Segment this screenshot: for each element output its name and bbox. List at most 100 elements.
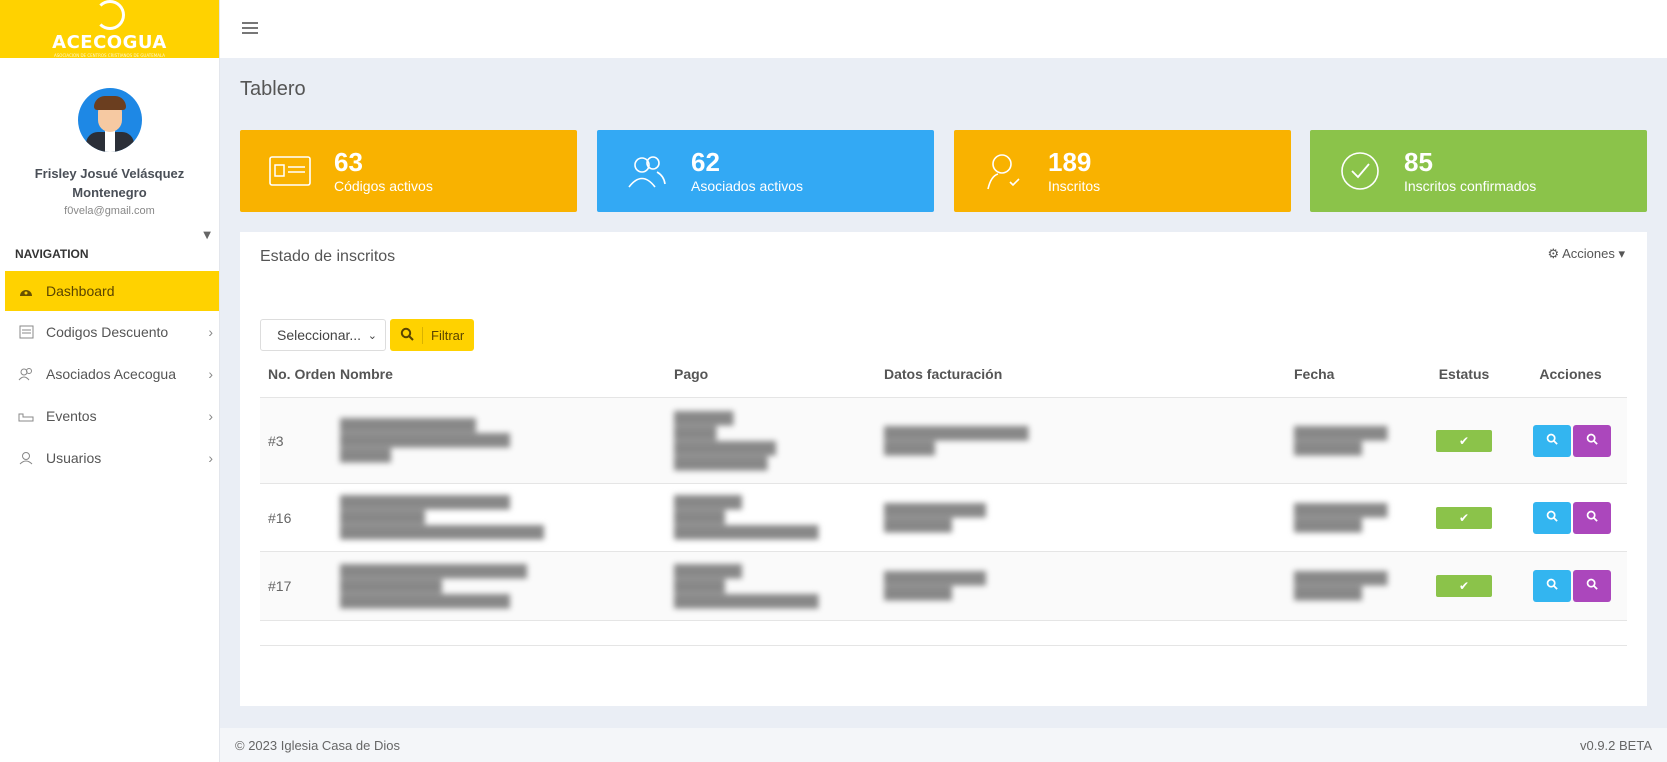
- page-title: Tablero: [240, 78, 306, 100]
- stat-label: Asociados activos: [691, 178, 804, 194]
- stat-label: Inscritos: [1048, 178, 1101, 194]
- detail-button[interactable]: [1572, 424, 1611, 457]
- copyright: © 2023 Iglesia Casa de Dios: [235, 738, 400, 753]
- dashboard-icon: [18, 284, 34, 298]
- avatar: [77, 88, 142, 152]
- actions-dropdown[interactable]: ⚙ Acciones ▾: [1548, 246, 1625, 262]
- stat-value: 63: [334, 147, 363, 177]
- inscritos-panel: Estado de inscritos ⚙ Acciones ▾ Selecci…: [240, 232, 1647, 706]
- row-fecha: ███████████ ████████: [1294, 571, 1388, 600]
- filter-button[interactable]: Filtrar: [390, 319, 475, 351]
- col-header: Nombre: [340, 365, 393, 382]
- chevron-right-icon: ›: [208, 408, 213, 424]
- stat-value: 189: [1048, 147, 1092, 177]
- sidebar-item-codigos[interactable]: Codigos Descuento ›: [0, 311, 219, 353]
- sidebar-item-eventos[interactable]: Eventos ›: [0, 395, 219, 437]
- chevron-right-icon: ›: [208, 366, 213, 382]
- view-button[interactable]: [1532, 424, 1571, 457]
- brand-name: ACECOGUA: [52, 32, 167, 53]
- sidebar-item-label: Asociados Acecogua: [46, 366, 176, 382]
- footer: © 2023 Iglesia Casa de Dios v0.9.2 BETA: [220, 728, 1667, 762]
- sidebar-item-label: Eventos: [46, 408, 97, 424]
- menu-toggle-icon[interactable]: [242, 22, 258, 38]
- stat-value: 62: [691, 147, 720, 177]
- detail-button[interactable]: [1572, 501, 1611, 534]
- group-icon: [623, 151, 671, 191]
- sidebar-item-usuarios[interactable]: Usuarios ›: [0, 437, 219, 479]
- chevron-down-icon: ⌄: [367, 329, 377, 342]
- stat-label: Códigos activos: [334, 178, 433, 194]
- confirm-button[interactable]: ✔: [1436, 429, 1492, 452]
- confirm-button[interactable]: ✔: [1436, 506, 1492, 529]
- stat-value: 85: [1404, 147, 1433, 177]
- chevron-right-icon: ›: [208, 324, 213, 340]
- status-select[interactable]: Seleccionar... ⌄: [260, 319, 386, 351]
- row-datos: █████████████████ ██████: [884, 425, 1029, 455]
- row-pago: ███████ █████ ████████████ ███████████: [674, 410, 777, 470]
- row-fecha: ███████████ ████████: [1294, 425, 1388, 455]
- check-circle-icon: [1336, 151, 1384, 191]
- sidebar-item-dashboard[interactable]: Dashboard: [5, 271, 219, 311]
- topbar: [220, 0, 1667, 58]
- confirm-button[interactable]: ✔: [1436, 575, 1492, 597]
- sidebar-item-label: Codigos Descuento: [46, 324, 169, 340]
- sidebar: ACECOGUA ASOCIACION DE CENTROS CRISTIANO…: [0, 0, 220, 762]
- brand-logo[interactable]: ACECOGUA ASOCIACION DE CENTROS CRISTIANO…: [0, 0, 219, 58]
- person-check-icon: [980, 151, 1028, 191]
- row-name: ████████████████████████████████████████…: [340, 418, 511, 462]
- row-fecha: ███████████ ████████: [1294, 502, 1388, 532]
- gear-icon: ⚙: [1547, 246, 1560, 261]
- table-row: #16 ████████████████████ ██████████ ██████…: [260, 484, 1627, 552]
- stat-card-inscritos: 189 Inscritos: [954, 130, 1291, 212]
- calendar-icon: [18, 409, 34, 423]
- coupon-icon: [18, 325, 34, 339]
- row-pago: ████████ ██████ █████████████████: [674, 495, 819, 539]
- main-content: Tablero 63 Códigos activos 62 Asociados …: [220, 58, 1667, 724]
- table-header: No. Orden Nombre Pago Datos facturación …: [260, 350, 1627, 398]
- stat-card-confirmados: 85 Inscritos confirmados: [1310, 130, 1647, 212]
- row-datos: ████████████ ████████: [884, 502, 987, 532]
- col-header: No. Orden: [268, 365, 336, 382]
- search-icon: [400, 326, 423, 344]
- caret-down-icon[interactable]: ▼: [203, 230, 211, 241]
- sidebar-item-label: Usuarios: [46, 450, 102, 466]
- inscritos-table: No. Orden Nombre Pago Datos facturación …: [260, 350, 1627, 646]
- select-value: Seleccionar...: [277, 327, 362, 343]
- filter-label: Filtrar: [431, 327, 465, 343]
- actions-label: Acciones: [1562, 246, 1615, 261]
- sidebar-item-label: Dashboard: [46, 283, 115, 299]
- col-header: Datos facturación: [884, 365, 1003, 382]
- row-datos: ████████████ ████████: [884, 571, 987, 600]
- users-icon: [18, 367, 34, 381]
- version: v0.9.2 BETA: [1579, 738, 1652, 753]
- order-number: #16: [268, 509, 292, 526]
- nav-title: NAVIGATION: [15, 247, 89, 261]
- caret-down-icon: ▾: [1618, 246, 1625, 261]
- detail-button[interactable]: [1572, 570, 1611, 602]
- col-header: Estatus: [1438, 365, 1490, 382]
- stat-label: Inscritos confirmados: [1404, 178, 1537, 194]
- user-icon: [18, 451, 34, 465]
- sidebar-item-asociados[interactable]: Asociados Acecogua ›: [0, 353, 219, 395]
- logo-icon: [94, 0, 125, 30]
- table-row: #3 ████████████████ ████████████████████ █…: [260, 398, 1627, 484]
- stat-card-asociados: 62 Asociados activos: [597, 130, 934, 212]
- chevron-right-icon: ›: [208, 450, 213, 466]
- order-number: #3: [268, 432, 284, 449]
- row-pago: ████████ ██████ █████████████████: [674, 563, 819, 608]
- card-icon: [266, 151, 314, 191]
- profile-email: f0vela@gmail.com: [64, 205, 155, 217]
- profile-name: Frisley Josué Velásquez Montenegro: [34, 166, 185, 200]
- filter-row: Seleccionar... ⌄ Filtrar: [260, 319, 475, 351]
- row-name: ████████████████████████████████████████…: [340, 563, 528, 608]
- view-button[interactable]: [1532, 501, 1571, 534]
- panel-title: Estado de inscritos: [260, 248, 396, 265]
- table-row: #17 ██████████████████████ ████████████ ██…: [260, 552, 1627, 621]
- col-header: Fecha: [1294, 365, 1335, 382]
- col-header: Acciones: [1539, 365, 1602, 382]
- user-profile: Frisley Josué Velásquez Montenegro ▼ f0v…: [0, 58, 219, 241]
- table-footer-line: [260, 621, 1627, 646]
- view-button[interactable]: [1532, 570, 1571, 602]
- col-header: Pago: [674, 365, 709, 382]
- order-number: #17: [268, 578, 292, 594]
